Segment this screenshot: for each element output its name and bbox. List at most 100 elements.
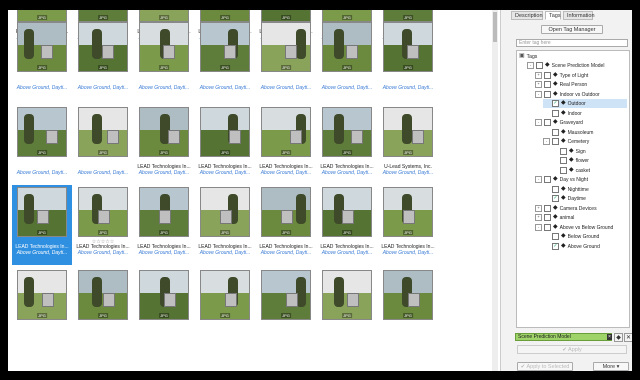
thumbnail-image[interactable]: JPG	[78, 22, 128, 72]
grid-scrollbar[interactable]	[492, 10, 498, 371]
thumbnail-image[interactable]: JPG	[139, 107, 189, 157]
thumbnail-cell[interactable]: JPG Above Ground, Dayti...	[378, 20, 438, 100]
thumbnail-cell[interactable]: JPGLEAD Technologies In...Above Ground, …	[317, 105, 377, 185]
thumbnail-image[interactable]: JPG	[383, 22, 433, 72]
expand-toggle-icon[interactable]: -	[543, 138, 550, 145]
tag-tree-node[interactable]: + ◆ animal	[535, 213, 574, 222]
thumbnail-image[interactable]: JPG	[200, 270, 250, 320]
tag-checkbox[interactable]	[536, 62, 543, 69]
thumbnail-image[interactable]: JPG	[78, 107, 128, 157]
tag-tree-node[interactable]: + ◆ Real Person	[535, 80, 587, 89]
tag-tree-node[interactable]: ◆ Indoor	[543, 109, 582, 118]
thumbnail-cell[interactable]: JPG Above Ground, Dayti...	[12, 20, 72, 100]
thumbnail-cell[interactable]: JPGLEAD Technologies In...Above Ground, …	[378, 185, 438, 265]
expand-toggle-icon[interactable]: +	[535, 71, 542, 79]
thumbnail-image[interactable]: JPG	[78, 187, 128, 237]
thumbnail-image[interactable]: JPG	[383, 107, 433, 157]
expand-toggle-icon[interactable]: -	[535, 223, 542, 231]
tag-tree-node[interactable]: - ◆ Scene Prediction Model	[527, 61, 604, 70]
thumbnail-image[interactable]: JPG	[322, 187, 372, 237]
thumbnail-cell[interactable]: JPGLEAD Technologies In...Above Ground, …	[195, 105, 255, 185]
thumbnail-cell[interactable]: JPG	[256, 268, 316, 348]
thumbnail-cell[interactable]: JPGLEAD Technologies In...Above Ground, …	[134, 185, 194, 265]
expand-toggle-icon[interactable]: +	[535, 204, 542, 212]
thumbnail-cell[interactable]: JPG Above Ground, Dayti...	[12, 105, 72, 185]
thumbnail-image[interactable]: JPG	[322, 22, 372, 72]
thumbnail-cell[interactable]: JPG Above Ground, Dayti...	[73, 20, 133, 100]
tab-description[interactable]: Description	[511, 11, 543, 20]
thumbnail-cell[interactable]: JPGLEAD Technologies In...Above Ground, …	[317, 185, 377, 265]
tag-checkbox[interactable]	[544, 90, 551, 98]
thumbnail-cell[interactable]: JPG	[134, 268, 194, 348]
tag-checkbox[interactable]	[552, 138, 559, 145]
thumbnail-image[interactable]: JPG	[139, 22, 189, 72]
expand-toggle-icon[interactable]: +	[535, 81, 542, 88]
tag-checkbox[interactable]	[544, 223, 551, 231]
thumbnail-image[interactable]: JPG	[200, 22, 250, 72]
expand-toggle-icon[interactable]: -	[535, 119, 542, 126]
tag-tree-node[interactable]: ◆ flower	[551, 156, 589, 165]
thumbnail-cell[interactable]: JPGLEAD Technologies In...Above Ground, …	[256, 105, 316, 185]
thumbnail-image[interactable]: JPG	[200, 187, 250, 237]
tag-checkbox[interactable]	[544, 81, 551, 88]
tag-tree-node[interactable]: ◆ Sign	[551, 147, 586, 156]
thumbnail-image[interactable]: JPG	[200, 107, 250, 157]
tag-search-input[interactable]: Scene Prediction Model	[515, 333, 612, 341]
tag-checkbox[interactable]	[560, 157, 567, 164]
tag-checkbox[interactable]	[560, 147, 567, 155]
tag-tree-node[interactable]: ◆ Below Ground	[543, 232, 599, 241]
tag-checkbox[interactable]	[544, 204, 551, 212]
tag-checkbox[interactable]	[544, 214, 551, 221]
tag-tree-node[interactable]: ◆ Mausoleum	[543, 128, 593, 137]
tag-tree-node[interactable]: ✓ ◆ Above Ground	[543, 242, 600, 251]
tag-checkbox[interactable]	[544, 71, 551, 79]
thumbnail-cell[interactable]: JPG	[378, 268, 438, 348]
tag-checkbox[interactable]	[552, 109, 559, 117]
clear-search-icon[interactable]: ×	[607, 334, 612, 340]
tag-checkbox[interactable]: ✓	[552, 100, 559, 107]
thumbnail-cell[interactable]: JPG	[73, 268, 133, 348]
tag-tree-node[interactable]: ✓ ◆ Outdoor	[543, 99, 627, 108]
thumbnail-cell[interactable]: JPG ☆☆☆☆☆ LEAD Technologies In... Above Gro…	[73, 185, 133, 265]
tag-tree-node[interactable]: ◆ casket	[551, 166, 590, 175]
thumbnail-image[interactable]: JPG	[261, 107, 311, 157]
thumbnail-cell[interactable]: JPGLEAD Technologies In...Above Ground, …	[134, 105, 194, 185]
thumbnail-image[interactable]: JPG	[261, 187, 311, 237]
scroll-thumb[interactable]	[493, 12, 497, 42]
thumbnail-cell[interactable]: JPG Above Ground, Dayti...	[317, 20, 377, 100]
tag-checkbox[interactable]	[560, 166, 567, 174]
thumbnail-cell[interactable]: JPGLEAD Technologies In...Above Ground, …	[195, 185, 255, 265]
thumbnail-cell[interactable]: JPG	[195, 268, 255, 348]
tag-tree-node[interactable]: - ◆ Day vs Night	[535, 175, 588, 184]
tag-tree-node[interactable]: - ◆ Above vs Below Ground	[535, 223, 613, 232]
thumbnail-image[interactable]: JPG	[17, 270, 67, 320]
tag-filter-input[interactable]: Enter tag here	[516, 39, 628, 47]
more-button[interactable]: More ▾	[593, 362, 629, 371]
expand-toggle-icon[interactable]: -	[527, 62, 534, 69]
apply-to-selected-button[interactable]: ✔ Apply to Selected	[517, 362, 573, 371]
tag-tree-node[interactable]: + ◆ Camera Devices	[535, 204, 597, 213]
expand-toggle-icon[interactable]: +	[535, 214, 542, 221]
thumbnail-image[interactable]: JPG	[322, 107, 372, 157]
thumbnail-image[interactable]: JPG	[17, 22, 67, 72]
thumbnail-cell[interactable]: JPG Above Ground, Dayti...	[73, 105, 133, 185]
thumbnail-cell[interactable]: JPG	[12, 268, 72, 348]
tag-checkbox[interactable]	[552, 233, 559, 240]
tag-tree-node[interactable]: - ◆ Graveyard	[535, 118, 583, 127]
thumbnail-cell[interactable]: JPG Above Ground, Dayti...	[134, 20, 194, 100]
thumbnail-image[interactable]: JPG	[261, 270, 311, 320]
thumbnail-image[interactable]: JPG	[17, 107, 67, 157]
tag-tree-node[interactable]: - ◆ Indoor vs Outdoor	[535, 90, 600, 99]
tag-checkbox[interactable]: ✓	[552, 242, 559, 250]
thumbnail-cell[interactable]: JPG U-Lead Systems, Inc. Above Ground, Day…	[378, 105, 438, 185]
thumbnail-image[interactable]: JPG	[139, 187, 189, 237]
thumbnail-image[interactable]: JPG	[139, 270, 189, 320]
open-tag-manager-button[interactable]: Open Tag Manager	[541, 25, 603, 34]
thumbnail-image[interactable]: JPG	[383, 187, 433, 237]
tag-tree-node[interactable]: - ◆ Cemetery	[543, 137, 589, 146]
apply-button[interactable]: ✔ Apply	[517, 345, 627, 354]
remove-tag-button[interactable]: ✕	[624, 333, 632, 342]
thumbnail-cell[interactable]: JPGLEAD Technologies In...Above Ground, …	[12, 185, 72, 265]
thumbnail-cell[interactable]: JPG Above Ground, Dayti...	[195, 20, 255, 100]
tag-tree-node[interactable]: + ◆ Type of Light	[535, 71, 588, 80]
